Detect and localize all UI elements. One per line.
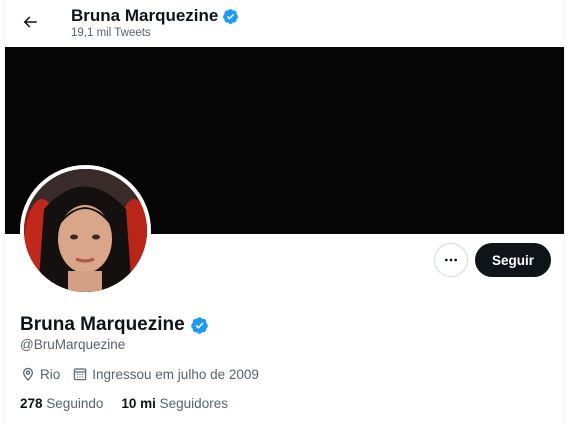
verified-badge-icon[interactable] <box>190 316 209 335</box>
followers-label: Seguidores <box>159 396 228 411</box>
verified-badge-icon <box>223 8 239 24</box>
follow-button[interactable]: Seguir <box>475 243 551 277</box>
followers-count: 10 mi <box>121 396 156 411</box>
location-item: Rio <box>20 366 60 382</box>
following-label: Seguindo <box>46 396 104 411</box>
arrow-left-icon <box>23 16 37 28</box>
tweet-count: 19,1 mil Tweets <box>71 27 151 39</box>
profile-stats: 278 Seguindo 10 mi Seguidores <box>20 396 246 411</box>
profile-page: Bruna Marquezine 19,1 mil Tweets Seguir … <box>4 0 565 424</box>
calendar-icon <box>73 368 87 381</box>
avatar-photo <box>24 169 147 292</box>
profile-name-row: Bruna Marquezine <box>20 314 209 336</box>
following-count: 278 <box>20 396 43 411</box>
location-text: Rio <box>40 366 61 382</box>
header-name: Bruna Marquezine <box>71 6 219 25</box>
profile-header: Bruna Marquezine 19,1 mil Tweets <box>5 0 564 47</box>
more-icon <box>445 258 457 262</box>
profile-name: Bruna Marquezine <box>20 314 185 335</box>
profile-handle: @BruMarquezine <box>20 337 126 352</box>
avatar[interactable] <box>20 165 151 296</box>
joined-text: Ingressou em julho de 2009 <box>92 366 259 382</box>
header-title: Bruna Marquezine <box>71 6 239 26</box>
profile-meta: Rio Ingressou em julho de 2009 <box>20 366 271 382</box>
followers-link[interactable]: 10 mi Seguidores <box>121 396 228 411</box>
following-link[interactable]: 278 Seguindo <box>20 396 103 411</box>
more-options-button[interactable] <box>434 243 468 277</box>
location-pin-icon <box>23 367 33 381</box>
joined-item: Ingressou em julho de 2009 <box>72 366 259 382</box>
back-button[interactable] <box>18 10 42 34</box>
